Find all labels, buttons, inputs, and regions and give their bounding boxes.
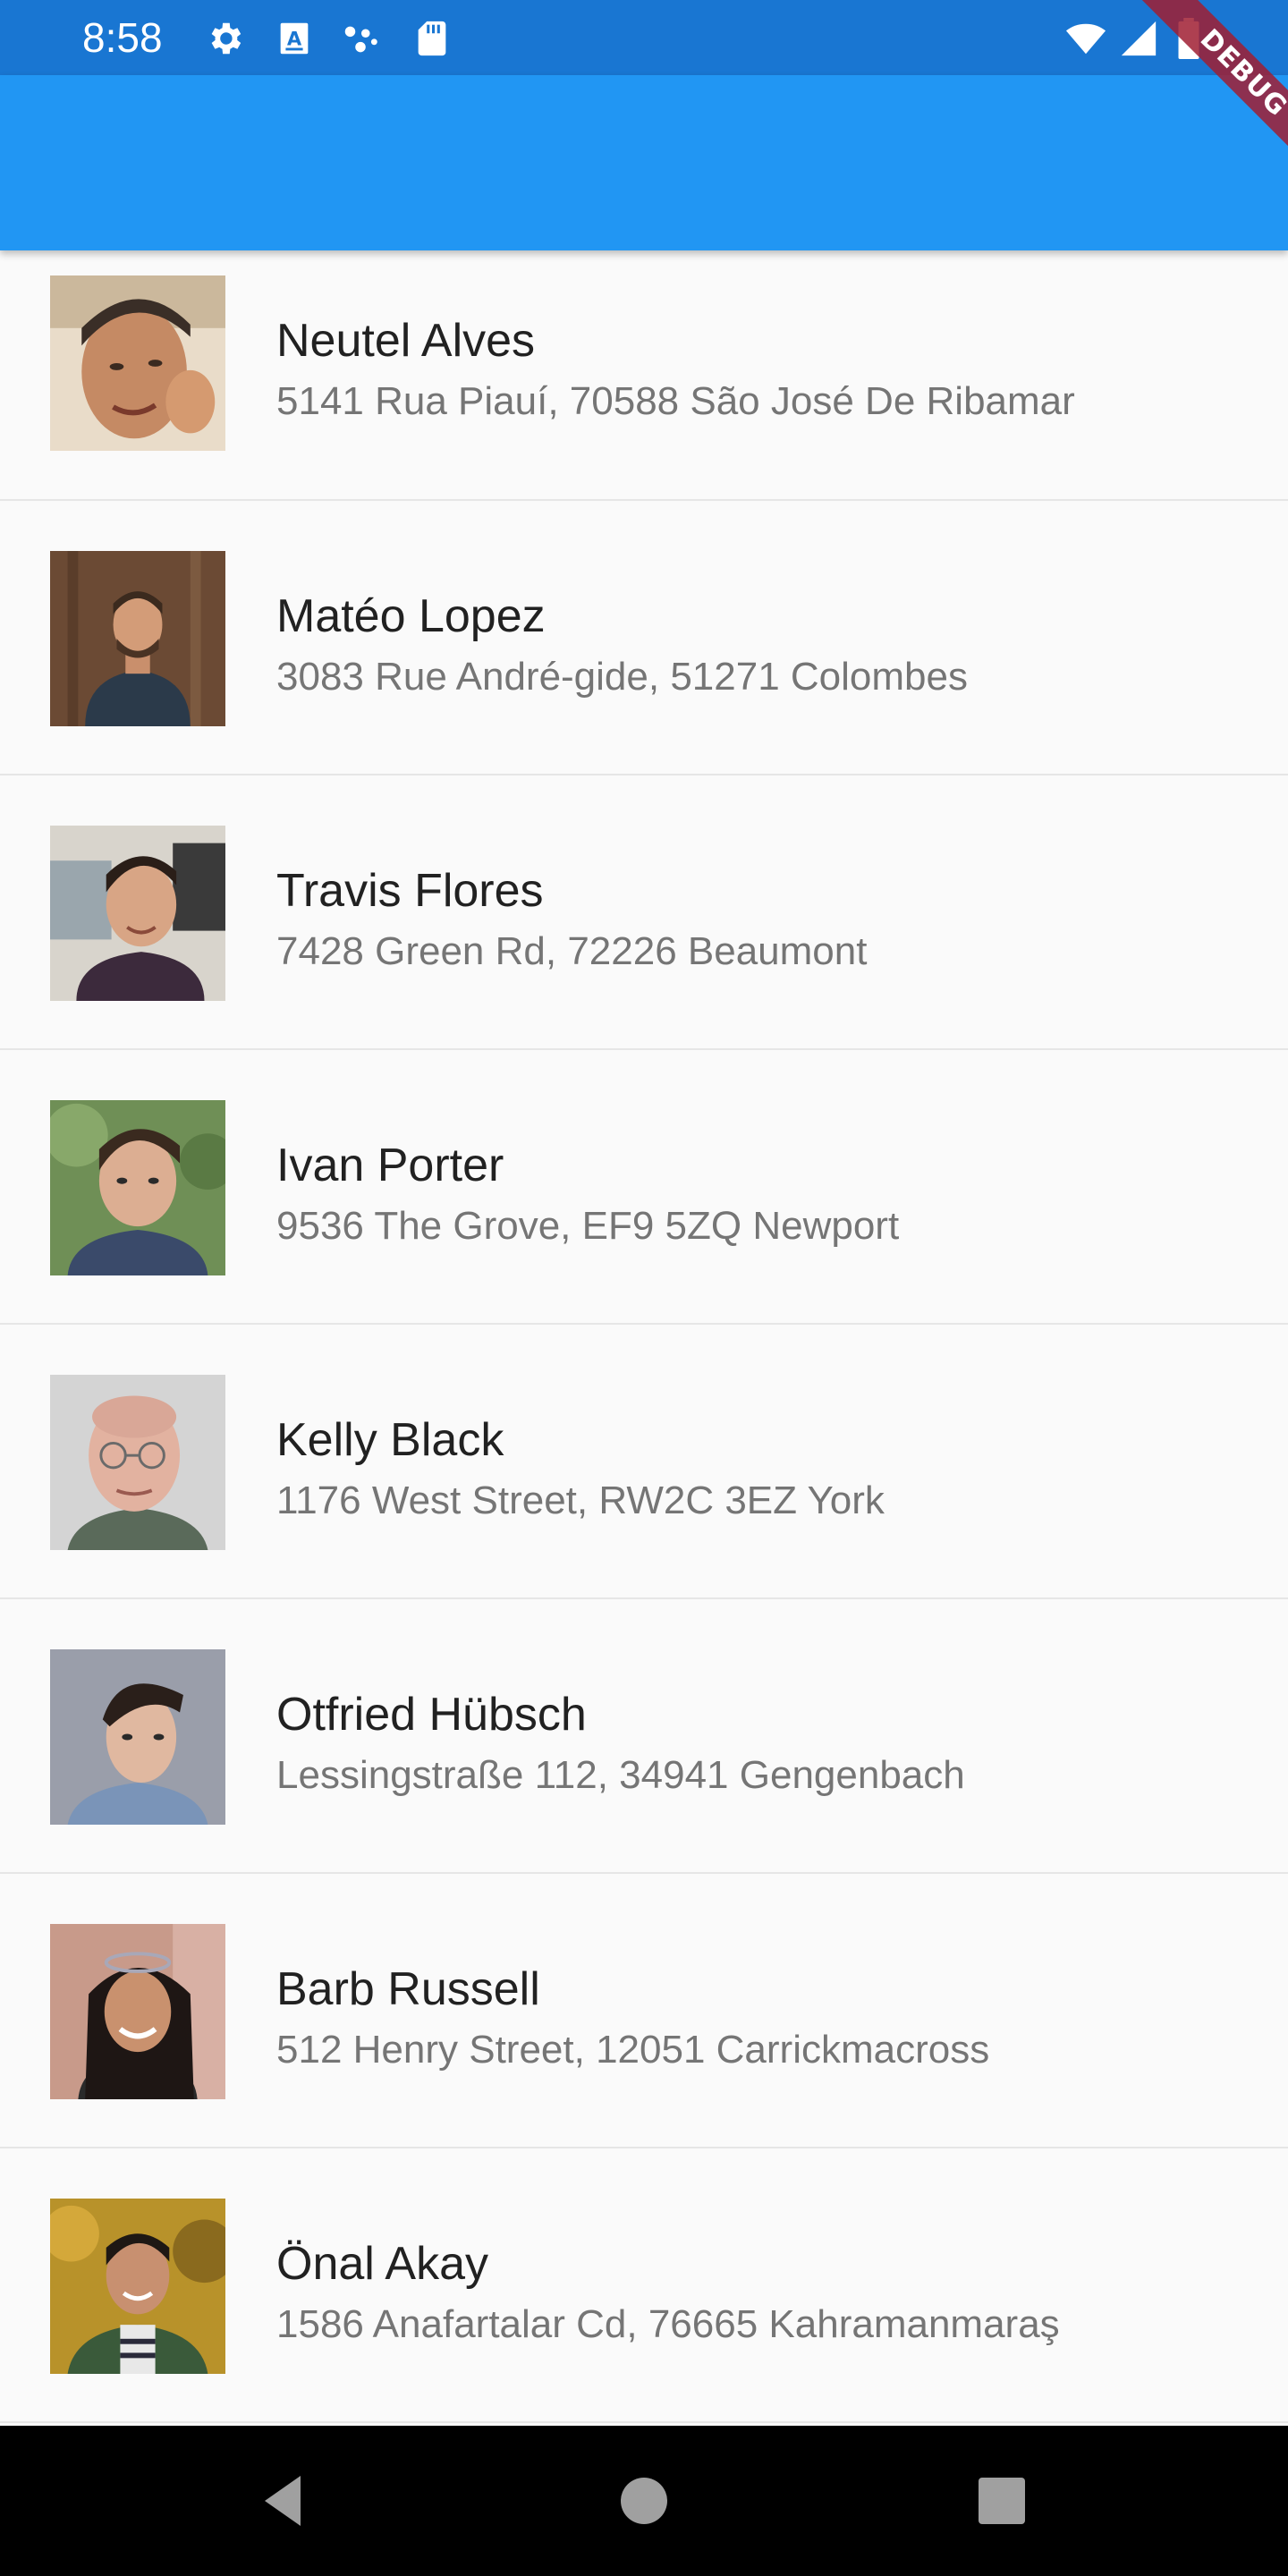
list-item[interactable]: Ivan Porter 9536 The Grove, EF9 5ZQ Newp… (0, 1050, 1288, 1325)
user-name: Kelly Black (276, 1414, 504, 1466)
user-address: 1586 Anafartalar Cd, 76665 Kahramanmaraş (276, 2302, 1060, 2346)
status-bar: 8:58 A (0, 0, 1288, 75)
back-icon[interactable] (250, 2465, 322, 2537)
list-item[interactable]: Travis Flores 7428 Green Rd, 72226 Beaum… (0, 775, 1288, 1050)
avatar (50, 2199, 225, 2374)
battery-icon (1174, 18, 1204, 59)
user-name: Travis Flores (276, 865, 544, 917)
app-bar (0, 75, 1288, 250)
user-name: Önal Akay (276, 2238, 489, 2290)
user-address: 3083 Rue André-gide, 51271 Colombes (276, 655, 968, 699)
list-item[interactable]: Barb Russell 512 Henry Street, 12051 Car… (0, 1874, 1288, 2148)
user-name: Matéo Lopez (276, 590, 546, 642)
user-address: 1176 West Street, RW2C 3EZ York (276, 1479, 885, 1522)
sd-card-icon (411, 18, 453, 59)
dots-icon (340, 18, 381, 59)
list-item[interactable]: Matéo Lopez 3083 Rue André-gide, 51271 C… (0, 501, 1288, 775)
signal-icon (1118, 18, 1159, 59)
avatar (50, 551, 225, 726)
svg-text:A: A (287, 28, 302, 50)
list-item[interactable]: Önal Akay 1586 Anafartalar Cd, 76665 Kah… (0, 2148, 1288, 2423)
user-name: Otfried Hübsch (276, 1689, 587, 1741)
user-address: 9536 The Grove, EF9 5ZQ Newport (276, 1204, 900, 1248)
user-address: Lessingstraße 112, 34941 Gengenbach (276, 1753, 965, 1797)
user-address: 5141 Rua Piauí, 70588 São José De Ribama… (276, 379, 1075, 423)
home-icon[interactable] (608, 2465, 680, 2537)
user-name: Neutel Alves (276, 315, 536, 367)
user-address: 7428 Green Rd, 72226 Beaumont (276, 929, 868, 973)
a-badge-icon: A (274, 18, 315, 59)
settings-icon (204, 18, 245, 59)
avatar (50, 826, 225, 1001)
avatar (50, 1100, 225, 1275)
wifi-icon (1061, 18, 1111, 59)
avatar (50, 275, 225, 451)
list-item[interactable]: Kelly Black 1176 West Street, RW2C 3EZ Y… (0, 1325, 1288, 1599)
list-item[interactable]: Neutel Alves 5141 Rua Piauí, 70588 São J… (0, 250, 1288, 501)
user-name: Barb Russell (276, 1963, 540, 2015)
user-address: 512 Henry Street, 12051 Carrickmacross (276, 2028, 990, 2072)
user-name: Ivan Porter (276, 1140, 504, 1191)
navigation-bar (0, 2426, 1288, 2576)
list-item[interactable]: Otfried Hübsch Lessingstraße 112, 34941 … (0, 1599, 1288, 1874)
app-screen: 8:58 A DEBUG Neutel Alves 5141 Rua Piauí… (0, 0, 1288, 2576)
avatar (50, 1924, 225, 2099)
avatar (50, 1649, 225, 1825)
avatar (50, 1375, 225, 1550)
recents-icon[interactable] (966, 2465, 1038, 2537)
status-time: 8:58 (82, 14, 163, 61)
user-list[interactable]: Neutel Alves 5141 Rua Piauí, 70588 São J… (0, 250, 1288, 2424)
